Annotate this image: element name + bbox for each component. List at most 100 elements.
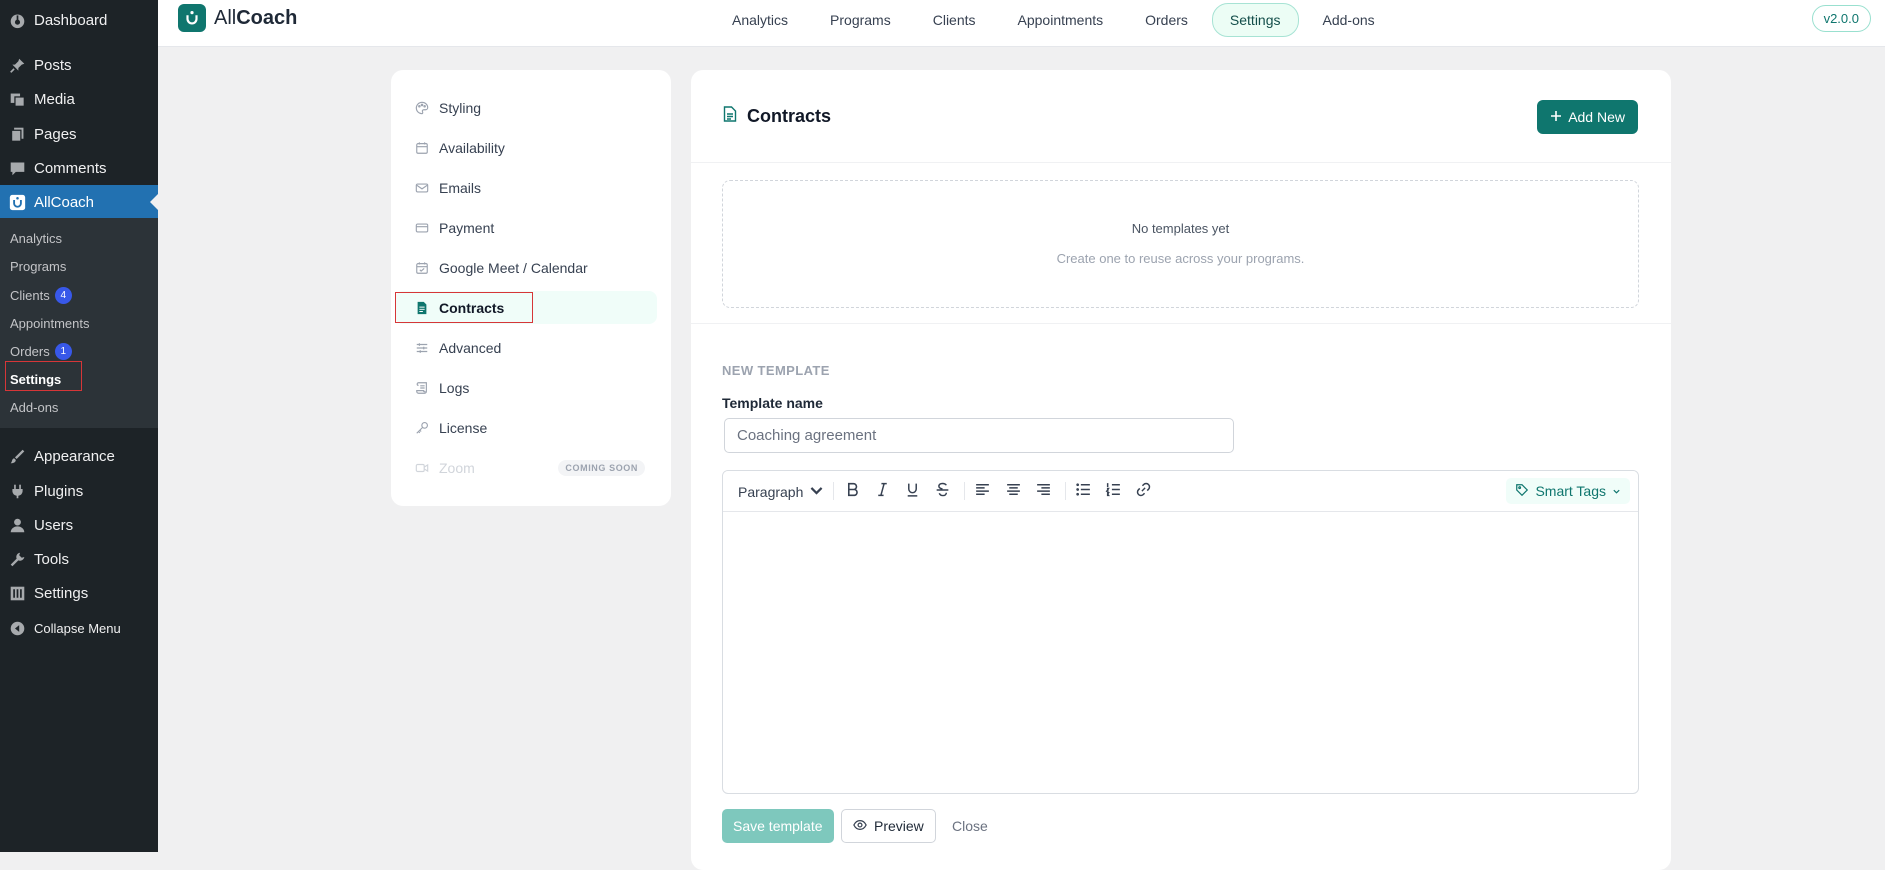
topnav-programs[interactable]: Programs bbox=[812, 3, 909, 37]
wp-menu-tools[interactable]: Tools bbox=[0, 542, 158, 576]
plug-icon bbox=[0, 483, 34, 500]
page-title-text: Contracts bbox=[747, 106, 832, 126]
settings-nav-label: Payment bbox=[439, 219, 495, 236]
settings-nav-card: Styling Availability Emails Payment Goog… bbox=[391, 70, 671, 506]
align-right-button[interactable] bbox=[1035, 481, 1052, 501]
toolbar-separator bbox=[964, 482, 965, 500]
preview-button[interactable]: Preview bbox=[841, 809, 936, 843]
settings-nav-payment[interactable]: Payment bbox=[395, 211, 657, 244]
settings-nav-emails[interactable]: Emails bbox=[395, 171, 657, 204]
topnav-addons[interactable]: Add-ons bbox=[1305, 3, 1393, 37]
topnav-orders[interactable]: Orders bbox=[1127, 3, 1206, 37]
underline-icon bbox=[904, 481, 921, 501]
wp-menu-posts[interactable]: Posts bbox=[0, 48, 158, 82]
topnav-settings[interactable]: Settings bbox=[1211, 3, 1299, 37]
wp-submenu-programs[interactable]: Programs bbox=[10, 259, 66, 274]
settings-nav-logs[interactable]: Logs bbox=[395, 371, 657, 404]
italic-button[interactable] bbox=[874, 481, 891, 501]
topnav-analytics[interactable]: Analytics bbox=[714, 3, 806, 37]
add-new-button[interactable]: Add New bbox=[1537, 100, 1638, 134]
wp-submenu-appointments[interactable]: Appointments bbox=[10, 316, 90, 331]
wp-menu-appearance[interactable]: Appearance bbox=[0, 439, 158, 473]
settings-nav-advanced[interactable]: Advanced bbox=[395, 331, 657, 364]
wp-submenu-clients[interactable]: Clients 4 bbox=[10, 287, 72, 304]
align-left-button[interactable] bbox=[974, 481, 991, 501]
settings-nav-styling[interactable]: Styling bbox=[395, 91, 657, 124]
new-template-heading: NEW TEMPLATE bbox=[722, 363, 830, 378]
comment-icon bbox=[0, 160, 34, 177]
underline-button[interactable] bbox=[904, 481, 921, 501]
smart-tags-label: Smart Tags bbox=[1535, 483, 1606, 499]
wp-submenu-label: Appointments bbox=[10, 316, 90, 331]
template-name-input[interactable] bbox=[724, 418, 1234, 453]
wp-admin-sidebar: Dashboard Posts Media Pages Comments All… bbox=[0, 0, 158, 852]
wp-submenu-label: Analytics bbox=[10, 231, 63, 246]
settings-nav-availability[interactable]: Availability bbox=[395, 131, 657, 164]
scroll-icon bbox=[415, 381, 429, 395]
settings-nav-label: Advanced bbox=[439, 339, 502, 356]
settings-nav-google-meet[interactable]: Google Meet / Calendar bbox=[395, 251, 657, 284]
bullet-list-button[interactable] bbox=[1075, 481, 1092, 501]
version-badge: v2.0.0 bbox=[1811, 5, 1871, 32]
settings-nav-license[interactable]: License bbox=[395, 411, 657, 444]
bold-icon bbox=[844, 481, 861, 501]
wp-submenu-orders[interactable]: Orders 1 bbox=[10, 343, 72, 360]
wp-menu-pages[interactable]: Pages bbox=[0, 117, 158, 151]
rich-text-editor: Paragraph Smart Tags bbox=[722, 470, 1639, 794]
topnav-clients[interactable]: Clients bbox=[915, 3, 994, 37]
allcoach-logo-icon bbox=[178, 4, 206, 32]
wp-menu-label: Posts bbox=[34, 56, 72, 74]
wp-menu-plugins[interactable]: Plugins bbox=[0, 474, 158, 508]
settings-nav-label: License bbox=[439, 419, 488, 436]
align-left-icon bbox=[974, 481, 991, 501]
settings-nav-label: Zoom bbox=[439, 459, 475, 476]
wp-menu-comments[interactable]: Comments bbox=[0, 151, 158, 185]
settings-nav-label: Google Meet / Calendar bbox=[439, 259, 588, 276]
smart-tags-button[interactable]: Smart Tags bbox=[1506, 478, 1630, 504]
settings-nav-label: Logs bbox=[439, 379, 470, 396]
wp-menu-label: Settings bbox=[34, 584, 89, 602]
media-icon bbox=[0, 91, 34, 108]
topnav-appointments[interactable]: Appointments bbox=[1000, 3, 1122, 37]
empty-state-title: No templates yet bbox=[1131, 221, 1230, 236]
page-title: Contracts bbox=[723, 106, 831, 127]
paragraph-format-select[interactable]: Paragraph bbox=[738, 482, 825, 502]
top-navigation: Analytics Programs Clients Appointments … bbox=[714, 3, 1393, 37]
template-name-label: Template name bbox=[722, 395, 823, 411]
wp-submenu-addons[interactable]: Add-ons bbox=[10, 400, 58, 415]
wp-menu-dashboard[interactable]: Dashboard bbox=[0, 3, 158, 37]
settings-nav-label: Styling bbox=[439, 99, 482, 116]
settings-nav-label: Availability bbox=[439, 139, 505, 156]
wp-menu-settings[interactable]: Settings bbox=[0, 576, 158, 610]
numbered-list-button[interactable] bbox=[1105, 481, 1122, 501]
paintbrush-icon bbox=[0, 448, 34, 465]
close-button[interactable]: Close bbox=[952, 818, 988, 834]
save-template-button[interactable]: Save template bbox=[722, 809, 834, 843]
eye-icon bbox=[853, 818, 867, 835]
align-center-button[interactable] bbox=[1005, 481, 1022, 501]
document-icon bbox=[723, 106, 737, 127]
credit-card-icon bbox=[415, 221, 429, 235]
dashboard-icon bbox=[0, 12, 34, 29]
wp-menu-media[interactable]: Media bbox=[0, 82, 158, 116]
strikethrough-button[interactable] bbox=[934, 481, 951, 501]
toolbar-separator bbox=[833, 482, 834, 500]
highlight-box bbox=[5, 361, 82, 391]
bold-button[interactable] bbox=[844, 481, 861, 501]
wp-submenu-analytics[interactable]: Analytics bbox=[10, 231, 62, 246]
wp-menu-allcoach[interactable]: AllCoach bbox=[0, 185, 158, 219]
wp-menu-label: Media bbox=[34, 90, 75, 108]
wp-menu-users[interactable]: Users bbox=[0, 508, 158, 542]
editor-content-area[interactable] bbox=[723, 512, 1638, 793]
chevron-down-icon bbox=[808, 482, 825, 502]
contracts-header: Contracts Add New bbox=[691, 70, 1671, 163]
mail-icon bbox=[415, 181, 429, 195]
wp-collapse-menu[interactable]: Collapse Menu bbox=[0, 611, 158, 645]
allcoach-logo[interactable]: AllCoach bbox=[178, 4, 297, 32]
divider bbox=[691, 323, 1671, 324]
brand-name-bold: Coach bbox=[236, 6, 298, 29]
link-button[interactable] bbox=[1135, 481, 1152, 501]
wp-menu-label: Users bbox=[34, 516, 74, 534]
highlight-box bbox=[395, 292, 533, 323]
empty-state: No templates yet Create one to reuse acr… bbox=[722, 180, 1639, 308]
